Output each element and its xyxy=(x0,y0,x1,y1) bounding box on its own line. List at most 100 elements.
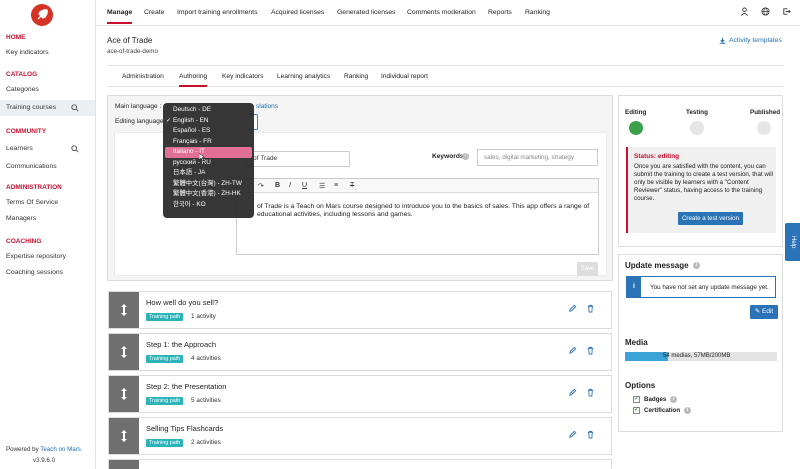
language-option[interactable]: 한국어 - KO xyxy=(163,200,254,211)
user-icon[interactable] xyxy=(740,7,749,16)
language-option[interactable]: English - EN xyxy=(163,116,254,127)
underline-icon[interactable]: U xyxy=(302,182,307,189)
trash-icon[interactable] xyxy=(586,388,595,397)
option-label: Badges xyxy=(644,396,667,403)
nav-reports[interactable]: Reports xyxy=(488,9,512,16)
title-input[interactable]: of Trade xyxy=(246,151,350,167)
activity-title: Step 2: the Presentation xyxy=(146,382,227,391)
sidebar-item-expertise-repository[interactable]: Expertise repository xyxy=(0,249,95,265)
course-tabs: Administration Authoring Key indicators … xyxy=(108,65,783,87)
translations-link[interactable]: slations xyxy=(256,103,278,110)
activity-badge: Training path xyxy=(146,313,184,321)
sidebar-heading-administration: ADMINISTRATION xyxy=(6,184,62,191)
status-text: Once you are satisfied with the content,… xyxy=(634,163,773,202)
activity-row[interactable]: Step 2: the Presentation Training path 5… xyxy=(108,375,612,413)
pencil-icon[interactable] xyxy=(568,346,577,355)
activity-row[interactable]: Step 1: the Approach Training path 4 act… xyxy=(108,333,612,371)
search-icon[interactable] xyxy=(71,145,79,153)
bold-icon[interactable]: B xyxy=(275,182,280,189)
media-title: Media xyxy=(625,338,648,347)
pencil-icon[interactable] xyxy=(568,304,577,313)
language-option[interactable]: 繁體中文(香港) - ZH-HK xyxy=(163,189,254,200)
edit-update-button[interactable]: ✎ Edit xyxy=(750,305,778,319)
italic-icon[interactable]: I xyxy=(289,182,291,189)
activity-badge: Training path xyxy=(146,355,184,363)
create-test-version-button[interactable]: Create a test version xyxy=(678,212,743,225)
tab-learning-analytics[interactable]: Learning analytics xyxy=(277,73,330,80)
save-button[interactable]: Save xyxy=(577,262,598,276)
nav-acquired-licenses[interactable]: Acquired licenses xyxy=(271,9,324,16)
drag-handle-icon[interactable] xyxy=(109,460,139,469)
activity-row[interactable]: How well do you sell? Training path 1 ac… xyxy=(108,291,612,329)
activity-row[interactable]: Selling Tips Flashcards Training path 2 … xyxy=(108,417,612,455)
tab-ranking[interactable]: Ranking xyxy=(344,73,368,80)
sidebar-item-categories[interactable]: Categories xyxy=(0,82,95,98)
nav-comments-moderation[interactable]: Comments moderation xyxy=(407,9,476,16)
sidebar-item-learners[interactable]: Learners xyxy=(0,141,95,157)
update-media-options-card: Update message i i You have not set any … xyxy=(618,254,783,432)
info-icon[interactable]: i xyxy=(692,262,700,270)
tab-administration[interactable]: Administration xyxy=(122,73,164,80)
course-slug: ace-of-trade-demo xyxy=(107,48,158,55)
tab-authoring[interactable]: Authoring xyxy=(179,73,208,87)
teach-on-mars-logo[interactable] xyxy=(31,4,53,26)
drag-handle-icon[interactable] xyxy=(109,334,139,370)
sidebar-heading-coaching: COACHING xyxy=(6,238,42,245)
option-certification[interactable]: Certification i xyxy=(633,406,692,414)
editor-toolbar: ↷ B I U ☰ ≡ T xyxy=(237,179,598,193)
drag-handle-icon[interactable] xyxy=(109,418,139,454)
nav-ranking[interactable]: Ranking xyxy=(525,9,550,16)
badges-checkbox[interactable] xyxy=(633,395,640,403)
pencil-icon[interactable] xyxy=(568,430,577,439)
globe-icon[interactable] xyxy=(761,7,770,16)
keywords-input[interactable]: sales, digital marketing, strategy xyxy=(477,149,598,166)
language-option[interactable]: Français - FR xyxy=(163,137,254,148)
sidebar-item-managers[interactable]: Managers xyxy=(0,211,95,227)
trash-icon[interactable] xyxy=(586,346,595,355)
drag-handle-icon[interactable] xyxy=(109,376,139,412)
top-nav: Manage Create Import training enrollment… xyxy=(97,0,800,26)
logout-icon[interactable] xyxy=(782,7,791,16)
option-label: Certification xyxy=(644,407,681,414)
info-icon[interactable]: i xyxy=(462,153,469,160)
trash-icon[interactable] xyxy=(586,304,595,313)
sidebar-item-communications[interactable]: Communications xyxy=(0,159,95,175)
activity-templates-label: Activity templates xyxy=(729,37,782,44)
nav-generated-licenses[interactable]: Generated licenses xyxy=(337,9,396,16)
language-option[interactable]: 日本語 - JA xyxy=(163,168,254,179)
bullet-list-icon[interactable]: ☰ xyxy=(319,182,325,190)
nav-manage[interactable]: Manage xyxy=(107,9,133,24)
certification-checkbox[interactable] xyxy=(633,406,640,414)
description-editor[interactable]: ↷ B I U ☰ ≡ T of Trade is a Teach on Mar… xyxy=(236,178,599,255)
language-option[interactable]: 繁體中文(台灣) - ZH-TW xyxy=(163,179,254,190)
activity-templates-link[interactable]: Activity templates xyxy=(719,37,782,44)
teach-on-mars-link[interactable]: Teach on Mars xyxy=(40,446,81,453)
info-icon[interactable]: i xyxy=(684,407,692,414)
activity-row[interactable] xyxy=(108,459,612,469)
language-option[interactable]: Español - ES xyxy=(163,126,254,137)
nav-import-training-enrollments[interactable]: Import training enrollments xyxy=(177,9,257,16)
language-option[interactable]: Deutsch - DE xyxy=(163,105,254,116)
redo-icon[interactable]: ↷ xyxy=(258,182,264,190)
info-icon[interactable]: i xyxy=(670,396,678,403)
sidebar-item-key-indicators[interactable]: Key indicators xyxy=(0,45,95,61)
numbered-list-icon[interactable]: ≡ xyxy=(334,182,338,189)
nav-create[interactable]: Create xyxy=(144,9,164,16)
tab-individual-report[interactable]: Individual report xyxy=(381,73,428,80)
pencil-icon[interactable] xyxy=(568,388,577,397)
language-option[interactable]: Italiano - IT xyxy=(165,147,252,158)
search-icon[interactable] xyxy=(71,104,79,112)
tab-key-indicators[interactable]: Key indicators xyxy=(222,73,263,80)
trash-icon[interactable] xyxy=(586,430,595,439)
sidebar-item-coaching-sessions[interactable]: Coaching sessions xyxy=(0,265,95,281)
option-badges[interactable]: Badges i xyxy=(633,395,678,403)
help-tab[interactable]: Help xyxy=(785,223,800,261)
language-option[interactable]: русский - RU xyxy=(163,158,254,169)
sidebar-heading-catalog: CATALOG xyxy=(6,71,38,78)
clear-format-icon[interactable]: T xyxy=(350,182,354,189)
mouse-cursor-icon xyxy=(199,153,205,161)
drag-handle-icon[interactable] xyxy=(109,292,139,328)
sidebar-item-terms-of-service[interactable]: Terms Of Service xyxy=(0,195,95,211)
main-language-label: Main language : xyxy=(115,103,162,110)
sidebar-item-training-courses[interactable]: Training courses xyxy=(0,100,95,116)
